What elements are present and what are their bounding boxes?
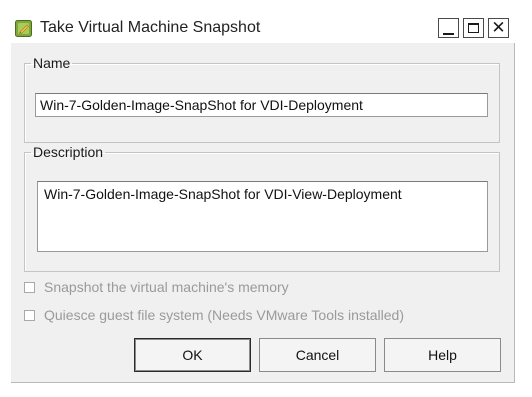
quiesce-label: Quiesce guest file system (Needs VMware …: [44, 307, 405, 323]
maximize-icon: [468, 23, 479, 33]
minimize-button[interactable]: [438, 18, 459, 38]
description-legend: Description: [33, 144, 104, 160]
close-button[interactable]: ✕: [488, 18, 509, 38]
snapshot-description-textarea[interactable]: Win-7-Golden-Image-SnapShot for VDI-View…: [37, 181, 488, 252]
snapshot-memory-label: Snapshot the virtual machine's memory: [44, 279, 289, 295]
snapshot-dialog: Take Virtual Machine Snapshot ✕ Name Win…: [11, 11, 515, 383]
title-bar[interactable]: Take Virtual Machine Snapshot ✕: [11, 11, 515, 43]
window-title: Take Virtual Machine Snapshot: [40, 19, 261, 36]
quiesce-checkbox[interactable]: [24, 309, 35, 321]
close-icon: ✕: [491, 17, 506, 38]
snapshot-name-input[interactable]: Win-7-Golden-Image-SnapShot for VDI-Depl…: [35, 93, 488, 117]
cancel-button[interactable]: Cancel: [259, 338, 376, 372]
snapshot-memory-option[interactable]: Snapshot the virtual machine's memory: [24, 279, 289, 295]
help-button[interactable]: Help: [384, 338, 501, 372]
snapshot-memory-checkbox[interactable]: [24, 281, 35, 293]
ok-button[interactable]: OK: [134, 338, 251, 372]
quiesce-option[interactable]: Quiesce guest file system (Needs VMware …: [24, 307, 404, 323]
vm-snapshot-icon: [15, 20, 32, 37]
name-legend: Name: [33, 55, 71, 71]
maximize-button[interactable]: [463, 18, 484, 38]
minimize-icon: [443, 32, 454, 35]
